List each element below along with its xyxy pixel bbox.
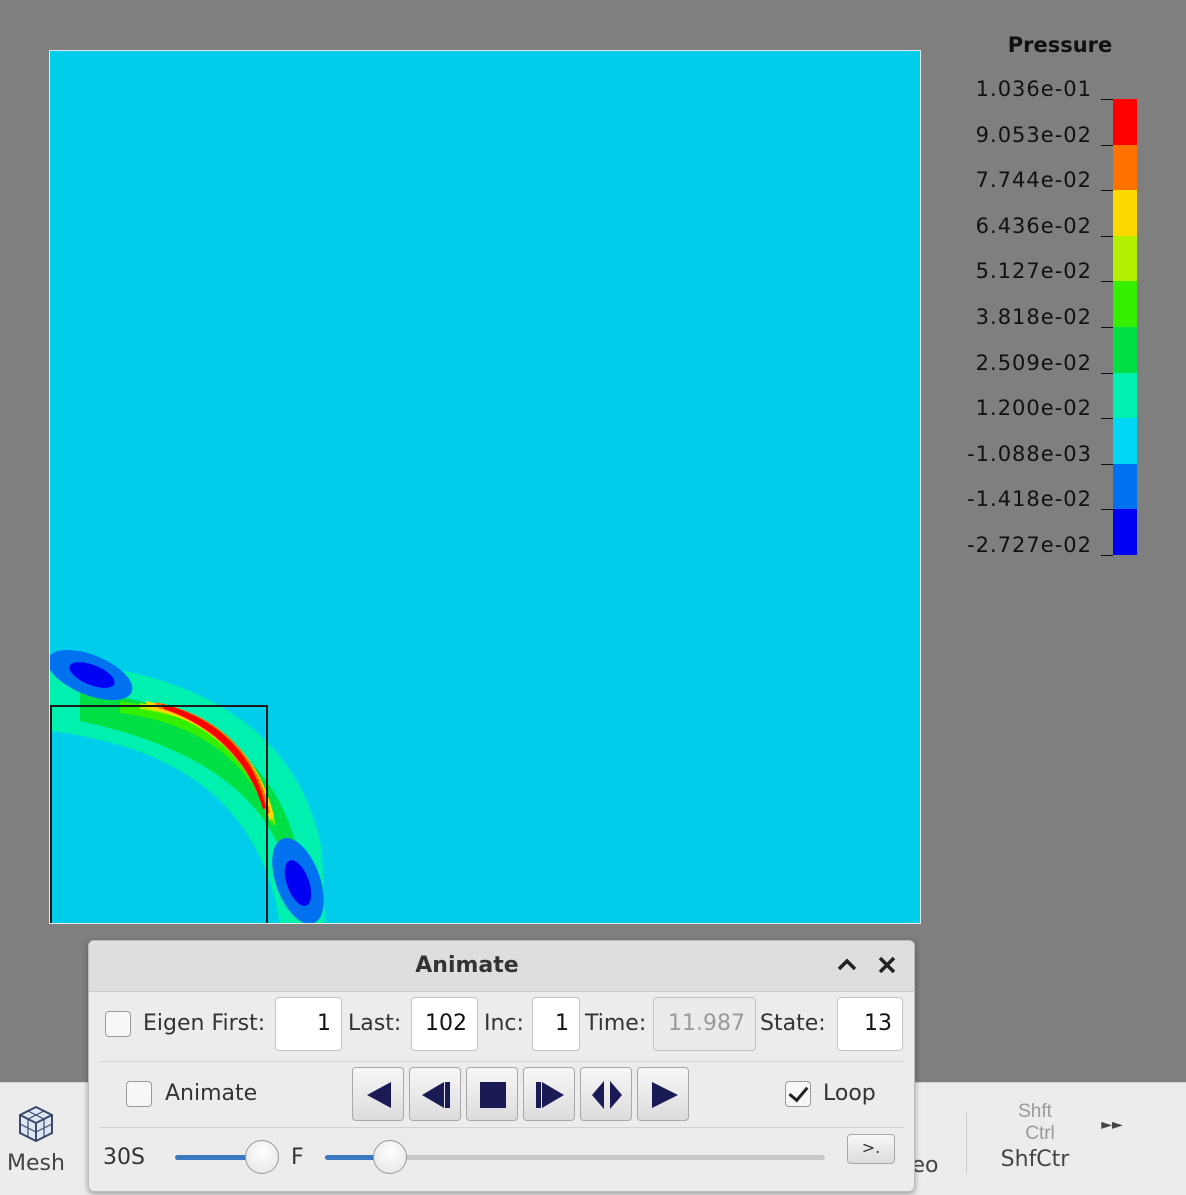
row-separator — [99, 1127, 905, 1128]
close-icon[interactable] — [873, 951, 901, 979]
last-label: Last: — [348, 1011, 402, 1036]
legend-value-label: 1.036e-01 — [975, 77, 1092, 101]
legend-swatch — [1113, 418, 1137, 464]
legend-tick — [1101, 235, 1113, 237]
first-frame-icon — [367, 1082, 391, 1108]
legend-swatch — [1113, 281, 1137, 327]
legend-tick — [1101, 555, 1113, 556]
animate-dialog: Animate Eigen First: 1 Last: 102 Inc: 1 … — [88, 940, 915, 1192]
legend-value-label: -2.727e-02 — [967, 533, 1092, 557]
animate-checkbox[interactable] — [126, 1081, 152, 1107]
contour-viewport[interactable] — [49, 50, 921, 924]
legend-swatch — [1113, 326, 1137, 373]
legend-swatch — [1113, 463, 1137, 510]
step-back-button[interactable] — [409, 1067, 461, 1121]
toolbar-overflow-icon[interactable]: ►► — [1100, 1117, 1124, 1133]
shfctr-tool[interactable]: Shft Ctrl ShfCtr — [990, 1101, 1080, 1172]
legend-value-label: 3.818e-02 — [975, 305, 1092, 329]
legend-value-label: 6.436e-02 — [975, 213, 1092, 238]
step-forward-icon — [536, 1082, 564, 1108]
legend-tick — [1101, 327, 1113, 328]
legend-tick — [1101, 509, 1113, 511]
loop-checkbox[interactable] — [785, 1081, 811, 1107]
legend-title: Pressure — [1007, 33, 1113, 57]
pressure-contour-plot — [50, 649, 325, 923]
legend-value-label: 9.053e-02 — [975, 122, 1092, 147]
first-frame-button[interactable] — [352, 1067, 404, 1121]
inc-input[interactable]: 1 — [532, 997, 580, 1051]
legend-value-label: -1.088e-03 — [967, 441, 1092, 466]
first-input[interactable]: 1 — [275, 997, 342, 1051]
legend-value-label: 2.509e-02 — [975, 350, 1092, 375]
legend-swatch — [1113, 235, 1137, 282]
legend-value-label: 5.127e-02 — [975, 259, 1092, 284]
dialog-titlebar[interactable]: Animate — [89, 941, 914, 992]
mesh-cube-icon — [19, 1105, 53, 1143]
animate-label: Animate — [165, 1081, 258, 1106]
legend-tick — [1101, 418, 1113, 420]
legend-tick — [1101, 463, 1113, 465]
legend-tick — [1101, 281, 1113, 283]
legend-color-bar — [1113, 99, 1137, 555]
legend-swatch — [1113, 190, 1137, 236]
state-label: State: — [760, 1011, 826, 1036]
time-label: Time: — [585, 1011, 647, 1036]
legend-value-label: 7.744e-02 — [975, 168, 1092, 193]
eigen-first-label: Eigen First: — [143, 1011, 266, 1036]
last-input[interactable]: 102 — [411, 997, 478, 1051]
extra-options-button[interactable]: >. — [847, 1134, 895, 1164]
speed-slow-label: 30S — [103, 1145, 145, 1170]
legend-value-label: -1.418e-02 — [967, 487, 1092, 512]
legend-swatch — [1113, 372, 1137, 419]
mesh-tool[interactable]: Mesh — [0, 1103, 72, 1176]
legend-swatch — [1113, 99, 1137, 145]
stop-icon — [480, 1082, 506, 1108]
shift-label: Shft — [1018, 1101, 1052, 1122]
legend-tick — [1101, 99, 1113, 100]
legend-tick — [1101, 190, 1113, 192]
legend-tick — [1101, 144, 1113, 146]
legend-swatch — [1113, 509, 1137, 555]
loop-label: Loop — [823, 1081, 876, 1106]
state-slider[interactable] — [325, 1140, 825, 1174]
speed-fast-label: F — [291, 1145, 304, 1170]
mesh-label: Mesh — [7, 1151, 65, 1176]
legend-swatch — [1113, 144, 1137, 191]
bounce-icon — [592, 1081, 622, 1109]
speed-slider[interactable] — [175, 1140, 280, 1174]
play-icon — [652, 1082, 678, 1108]
inc-label: Inc: — [484, 1011, 524, 1036]
eigen-checkbox[interactable] — [105, 1011, 131, 1037]
shfctr-label: ShfCtr — [1000, 1147, 1070, 1172]
time-input: 11.987 — [653, 997, 756, 1051]
step-back-icon — [422, 1082, 450, 1108]
step-forward-button[interactable] — [523, 1067, 575, 1121]
collapse-icon[interactable] — [833, 951, 861, 979]
legend-value-label: 1.200e-02 — [975, 396, 1092, 421]
speed-slider-knob[interactable] — [245, 1140, 280, 1174]
stop-button[interactable] — [466, 1067, 518, 1121]
row-separator — [99, 1061, 905, 1062]
state-slider-knob[interactable] — [373, 1140, 407, 1174]
bounce-button[interactable] — [580, 1067, 632, 1121]
playback-controls — [352, 1067, 694, 1121]
ctrl-label: Ctrl — [1025, 1123, 1055, 1144]
toolbar-divider — [966, 1113, 967, 1173]
dialog-title: Animate — [415, 953, 519, 978]
legend-tick — [1101, 372, 1113, 374]
state-input[interactable]: 13 — [837, 997, 903, 1051]
play-button[interactable] — [637, 1067, 689, 1121]
